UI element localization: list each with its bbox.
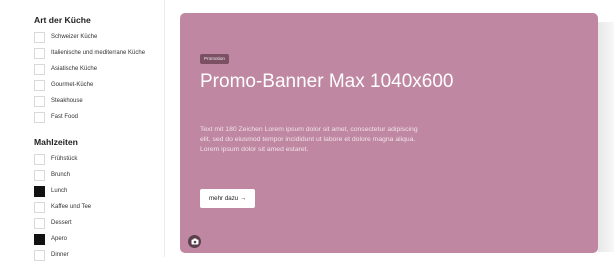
filter-item-asiatische-kueche[interactable]: Asiatische Küche: [34, 63, 164, 75]
checkbox-checked[interactable]: [34, 233, 45, 245]
filter-item-label: Kaffee und Tee: [51, 204, 92, 210]
filter-item-dinner[interactable]: Dinner: [34, 249, 164, 261]
meals-section-title: Mahlzeiten: [34, 137, 78, 147]
filter-item-lunch[interactable]: Lunch: [34, 185, 164, 197]
checkbox[interactable]: [34, 63, 45, 75]
promotion-badge: Promotion: [200, 54, 229, 64]
filter-item-kaffee-und-tee[interactable]: Kaffee und Tee: [34, 201, 164, 213]
checkbox[interactable]: [34, 153, 45, 165]
checkbox-checked[interactable]: [34, 185, 45, 197]
filter-item-label: Asiatische Küche: [51, 66, 98, 72]
checkbox[interactable]: [34, 47, 45, 59]
checkbox[interactable]: [34, 169, 45, 181]
promo-banner: Promotion Promo-Banner Max 1040x600 Text…: [180, 13, 598, 253]
checkbox[interactable]: [34, 201, 45, 213]
filter-item-dessert[interactable]: Dessert: [34, 217, 164, 229]
filter-item-label: Steakhouse: [51, 98, 83, 104]
checkbox[interactable]: [34, 111, 45, 123]
checkbox[interactable]: [34, 217, 45, 229]
page-scroll-edge: [598, 22, 614, 252]
filter-sidebar: Art der Küche Schweizer Küche Italienisc…: [0, 0, 165, 261]
cuisine-section-title: Art der Küche: [34, 15, 91, 25]
more-button[interactable]: mehr dazu →: [200, 189, 256, 208]
filter-item-label: Schweizer Küche: [51, 34, 98, 40]
filter-item-label: Gourmet-Küche: [51, 82, 94, 88]
banner-text: Text mit 180 Zeichen Lorem ipsum dolor s…: [200, 126, 418, 154]
filter-item-brunch[interactable]: Brunch: [34, 169, 164, 181]
filter-item-schweizer-kueche[interactable]: Schweizer Küche: [34, 31, 164, 43]
filter-item-steakhouse[interactable]: Steakhouse: [34, 95, 164, 107]
filter-item-apero[interactable]: Apero: [34, 233, 164, 245]
filter-item-fruehstueck[interactable]: Frühstück: [34, 153, 164, 165]
filter-item-label: Brunch: [51, 172, 71, 178]
filter-item-fast-food[interactable]: Fast Food: [34, 111, 164, 123]
checkbox[interactable]: [34, 79, 45, 91]
filter-item-label: Italienische und mediterrane Küche: [51, 50, 146, 56]
filter-item-label: Dinner: [51, 252, 69, 258]
filter-item-label: Lunch: [51, 188, 68, 194]
filter-item-label: Fast Food: [51, 114, 79, 120]
checkbox[interactable]: [34, 31, 45, 43]
banner-headline: Promo-Banner Max 1040x600: [200, 71, 454, 92]
filter-item-italienische-kueche[interactable]: Italienische und mediterrane Küche: [34, 47, 164, 59]
filter-item-label: Dessert: [51, 220, 72, 226]
checkbox[interactable]: [34, 249, 45, 261]
sidebar-divider: [164, 0, 165, 257]
camera-icon[interactable]: [188, 235, 201, 248]
filter-item-gourmet-kueche[interactable]: Gourmet-Küche: [34, 79, 164, 91]
filter-item-label: Apero: [51, 236, 68, 242]
checkbox[interactable]: [34, 95, 45, 107]
filter-item-label: Frühstück: [51, 156, 78, 162]
